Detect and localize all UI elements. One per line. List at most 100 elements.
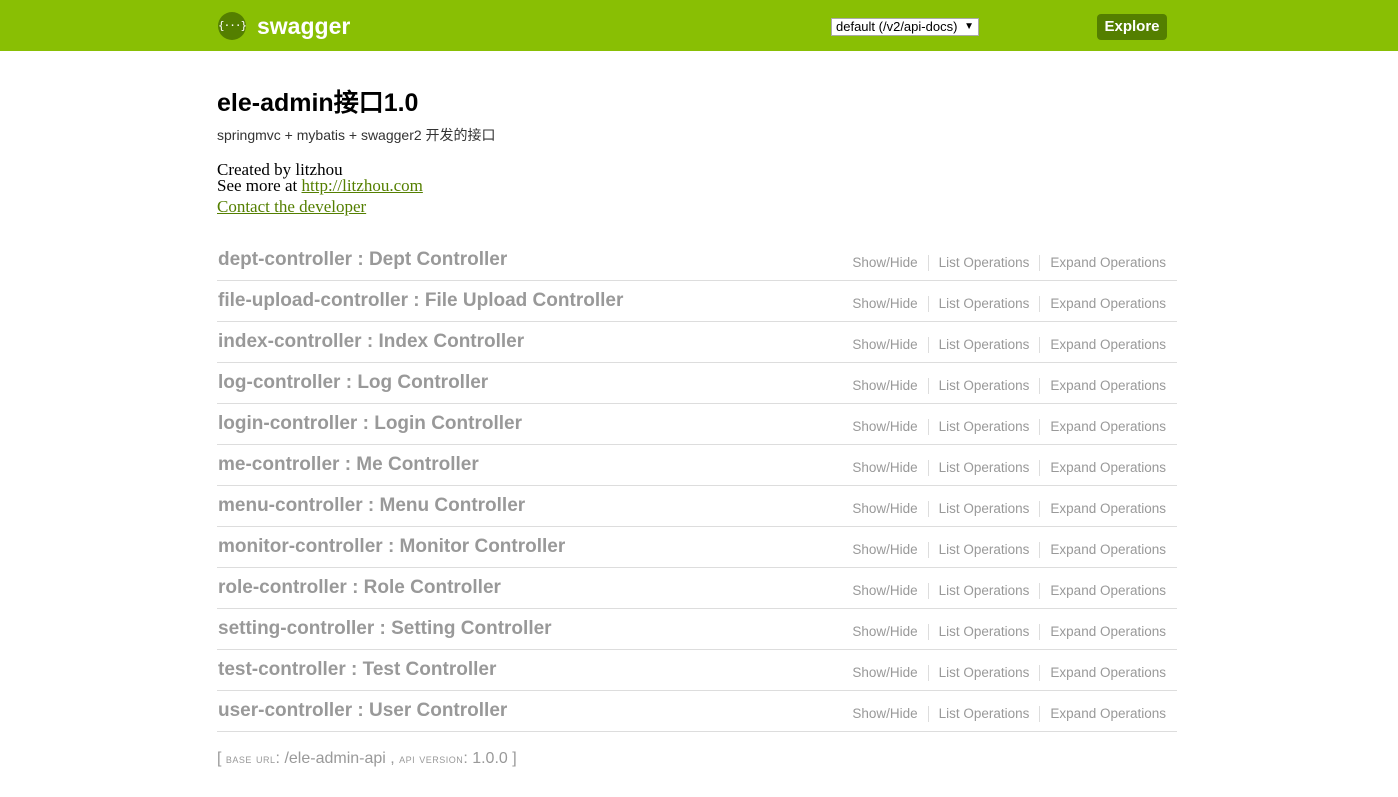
api-description: springmvc + mybatis + swagger2 开发的接口 [217, 127, 496, 143]
resource-title-link[interactable]: role-controller : Role Controller [218, 576, 501, 600]
show-hide-link[interactable]: Show/Hide [852, 296, 917, 311]
expand-operations-link[interactable]: Expand Operations [1050, 624, 1166, 639]
expand-operations-link[interactable]: Expand Operations [1050, 706, 1166, 721]
resource-title-link[interactable]: dept-controller : Dept Controller [218, 248, 507, 272]
expand-operations-link[interactable]: Expand Operations [1050, 296, 1166, 311]
operations-divider [927, 337, 929, 353]
resource-row: index-controller : Index Controller Show/… [217, 322, 1177, 363]
list-operations-link[interactable]: List Operations [939, 460, 1030, 475]
resource-operations: Show/Hide List Operations Expand Operation… [852, 296, 1166, 312]
resource-operations: Show/Hide List Operations Expand Operation… [852, 665, 1166, 681]
expand-operations-link[interactable]: Expand Operations [1050, 583, 1166, 598]
resource-operations: Show/Hide List Operations Expand Operation… [852, 337, 1166, 353]
api-version-label: api version [399, 751, 464, 766]
list-operations-link[interactable]: List Operations [939, 706, 1030, 721]
list-operations-link[interactable]: List Operations [939, 378, 1030, 393]
list-operations-link[interactable]: List Operations [939, 583, 1030, 598]
expand-operations-link[interactable]: Expand Operations [1050, 337, 1166, 352]
api-docs-select-value: default (/v2/api-docs) [836, 19, 958, 34]
see-more-link[interactable]: http://litzhou.com [302, 176, 423, 195]
operations-divider [927, 255, 929, 271]
resource-title-link[interactable]: menu-controller : Menu Controller [218, 494, 525, 518]
expand-operations-link[interactable]: Expand Operations [1050, 542, 1166, 557]
operations-divider [927, 460, 929, 476]
resource-list: dept-controller : Dept Controller Show/Hi… [217, 240, 1177, 732]
show-hide-link[interactable]: Show/Hide [852, 583, 917, 598]
resource-title-link[interactable]: monitor-controller : Monitor Controller [218, 535, 565, 559]
show-hide-link[interactable]: Show/Hide [852, 501, 917, 516]
operations-divider [1039, 624, 1041, 640]
operations-divider [927, 665, 929, 681]
list-operations-link[interactable]: List Operations [939, 337, 1030, 352]
show-hide-link[interactable]: Show/Hide [852, 460, 917, 475]
resource-operations: Show/Hide List Operations Expand Operation… [852, 419, 1166, 435]
swagger-logo-text[interactable]: swagger [257, 10, 350, 42]
expand-operations-link[interactable]: Expand Operations [1050, 460, 1166, 475]
expand-operations-link[interactable]: Expand Operations [1050, 501, 1166, 516]
resource-title-link[interactable]: index-controller : Index Controller [218, 330, 524, 354]
operations-divider [927, 624, 929, 640]
resource-title-link[interactable]: file-upload-controller : File Upload Con… [218, 289, 623, 313]
swagger-logo-icon[interactable]: {···} [218, 12, 247, 40]
show-hide-link[interactable]: Show/Hide [852, 706, 917, 721]
expand-operations-link[interactable]: Expand Operations [1050, 378, 1166, 393]
resource-title-link[interactable]: login-controller : Login Controller [218, 412, 522, 436]
operations-divider [1039, 378, 1041, 394]
contact-developer-link[interactable]: Contact the developer [217, 197, 366, 216]
explore-button[interactable]: Explore [1097, 14, 1167, 40]
api-info: ele-admin接口1.0 springmvc + mybatis + swa… [217, 86, 1177, 215]
see-more-prefix: See more at [217, 176, 298, 195]
operations-divider [927, 501, 929, 517]
api-version-value: 1.0.0 [472, 750, 508, 767]
operations-divider [927, 296, 929, 312]
operations-divider [1039, 255, 1041, 271]
resource-title-link[interactable]: test-controller : Test Controller [218, 658, 496, 682]
expand-operations-link[interactable]: Expand Operations [1050, 665, 1166, 680]
resource-title-link[interactable]: user-controller : User Controller [218, 699, 507, 723]
resource-title-link[interactable]: setting-controller : Setting Controller [218, 617, 552, 641]
operations-divider [1039, 460, 1041, 476]
show-hide-link[interactable]: Show/Hide [852, 378, 917, 393]
api-title: ele-admin接口1.0 [217, 89, 419, 117]
operations-divider [927, 542, 929, 558]
show-hide-link[interactable]: Show/Hide [852, 337, 917, 352]
footer-open-bracket: [ [217, 750, 222, 767]
list-operations-link[interactable]: List Operations [939, 501, 1030, 516]
resource-operations: Show/Hide List Operations Expand Operation… [852, 624, 1166, 640]
list-operations-link[interactable]: List Operations [939, 419, 1030, 434]
expand-operations-link[interactable]: Expand Operations [1050, 255, 1166, 270]
operations-divider [1039, 665, 1041, 681]
operations-divider [927, 583, 929, 599]
resource-row: log-controller : Log Controller Show/Hide… [217, 363, 1177, 404]
resource-operations: Show/Hide List Operations Expand Operation… [852, 255, 1166, 271]
show-hide-link[interactable]: Show/Hide [852, 255, 917, 270]
operations-divider [927, 706, 929, 722]
resource-row: role-controller : Role Controller Show/Hi… [217, 568, 1177, 609]
resource-row: login-controller : Login Controller Show/… [217, 404, 1177, 445]
resource-row: test-controller : Test Controller Show/Hi… [217, 650, 1177, 691]
show-hide-link[interactable]: Show/Hide [852, 624, 917, 639]
operations-divider [1039, 583, 1041, 599]
resource-operations: Show/Hide List Operations Expand Operation… [852, 583, 1166, 599]
resource-row: user-controller : User Controller Show/Hi… [217, 691, 1177, 732]
show-hide-link[interactable]: Show/Hide [852, 419, 917, 434]
list-operations-link[interactable]: List Operations [939, 624, 1030, 639]
contact-line: Contact the developer [217, 197, 1177, 216]
header-bar: {···} swagger default (/v2/api-docs) ▼ E… [0, 0, 1398, 51]
list-operations-link[interactable]: List Operations [939, 296, 1030, 311]
operations-divider [1039, 706, 1041, 722]
resource-title-link[interactable]: log-controller : Log Controller [218, 371, 488, 395]
resource-row: file-upload-controller : File Upload Con… [217, 281, 1177, 322]
list-operations-link[interactable]: List Operations [939, 255, 1030, 270]
footer-base-url: [ base url: /ele-admin-api , api version… [217, 750, 517, 767]
api-docs-select[interactable]: default (/v2/api-docs) ▼ [831, 18, 979, 36]
base-url-label: base url [225, 751, 276, 766]
operations-divider [927, 378, 929, 394]
resource-title-link[interactable]: me-controller : Me Controller [218, 453, 479, 477]
expand-operations-link[interactable]: Expand Operations [1050, 419, 1166, 434]
list-operations-link[interactable]: List Operations [939, 542, 1030, 557]
list-operations-link[interactable]: List Operations [939, 665, 1030, 680]
show-hide-link[interactable]: Show/Hide [852, 665, 917, 680]
show-hide-link[interactable]: Show/Hide [852, 542, 917, 557]
operations-divider [1039, 296, 1041, 312]
